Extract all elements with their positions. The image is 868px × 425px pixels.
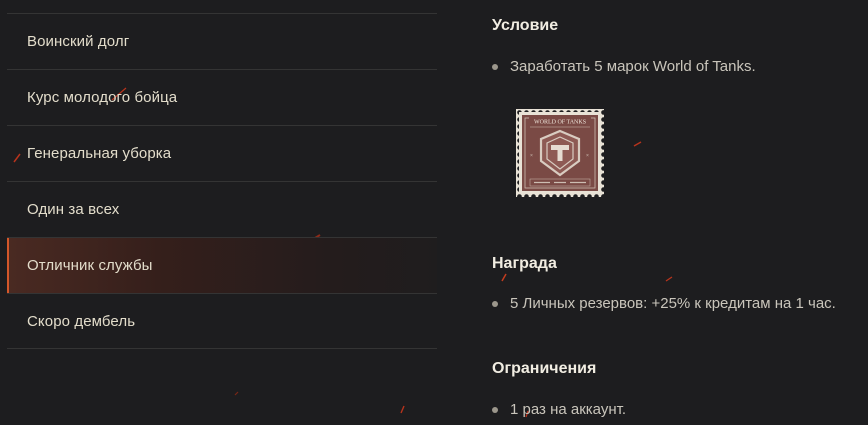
svg-text:×: × bbox=[530, 153, 533, 159]
sidebar-item-otlichnik-sluzhby[interactable]: Отличник службы bbox=[7, 237, 437, 293]
wot-stamp-image: WORLD OF TANKS × × bbox=[516, 109, 604, 197]
restrictions-text: 1 раз на аккаунт. bbox=[510, 401, 626, 418]
condition-item: Заработать 5 марок World of Tanks. bbox=[492, 58, 756, 75]
condition-title: Условие bbox=[492, 17, 559, 34]
sidebar: Воинский долг Курс молодого бойца Генера… bbox=[7, 13, 437, 349]
sidebar-item-label: Курс молодого бойца bbox=[27, 89, 178, 106]
reward-title: Награда bbox=[492, 255, 557, 272]
svg-text:×: × bbox=[586, 153, 589, 159]
sidebar-item-generalnaya-uborka[interactable]: Генеральная уборка bbox=[7, 125, 437, 181]
reward-text: 5 Личных резервов: +25% к кредитам на 1 … bbox=[510, 295, 836, 312]
stamp-text: WORLD OF TANKS bbox=[534, 120, 586, 126]
sidebar-item-label: Один за всех bbox=[27, 201, 120, 218]
reward-item: 5 Личных резервов: +25% к кредитам на 1 … bbox=[492, 295, 836, 312]
sidebar-item-skoro-dembel[interactable]: Скоро дембель bbox=[7, 293, 437, 349]
sidebar-item-label: Воинский долг bbox=[27, 33, 130, 50]
sidebar-item-label: Генеральная уборка bbox=[27, 145, 172, 162]
sidebar-item-odin-za-vsekh[interactable]: Один за всех bbox=[7, 181, 437, 237]
restrictions-title: Ограничения bbox=[492, 360, 597, 377]
bullet-dot bbox=[492, 406, 498, 413]
sidebar-item-voinsky-dolg[interactable]: Воинский долг bbox=[7, 13, 437, 69]
bullet-dot bbox=[492, 63, 498, 70]
bullet-dot bbox=[492, 300, 498, 307]
sidebar-item-kurs-molodogo-boytsa[interactable]: Курс молодого бойца bbox=[7, 69, 437, 125]
sidebar-item-label: Скоро дембель bbox=[27, 312, 136, 330]
sidebar-item-label: Отличник службы bbox=[27, 257, 153, 274]
restrictions-item: 1 раз на аккаунт. bbox=[492, 401, 626, 418]
condition-text: Заработать 5 марок World of Tanks. bbox=[510, 58, 756, 75]
